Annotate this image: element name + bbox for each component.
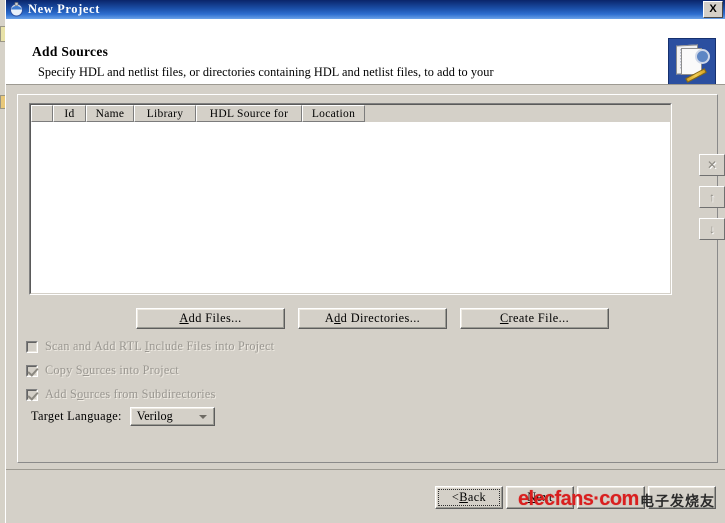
add-sources-icon xyxy=(668,38,716,84)
new-project-dialog: New Project X Add Sources Specify HDL an… xyxy=(5,0,725,523)
source-action-buttons: Add Files... Add Directories... Create F… xyxy=(136,308,609,329)
column-header-id[interactable]: Id xyxy=(53,105,86,122)
target-language-row: Target Language: Verilog xyxy=(31,407,215,426)
column-header-name[interactable]: Name xyxy=(86,105,134,122)
dialog-content: Id Name Library HDL Source for Location … xyxy=(6,85,725,469)
page-title: Add Sources xyxy=(32,44,109,59)
table-tool-buttons: ✕ ↑ ↓ xyxy=(699,154,725,250)
add-files-mnemonic: A xyxy=(179,311,189,325)
next-mnemonic: N xyxy=(527,490,537,504)
table-header-row: Id Name Library HDL Source for Location xyxy=(31,105,670,122)
checkbox-label: Add Sources from Subdirectories xyxy=(45,387,216,401)
add-directories-prefix: A xyxy=(324,311,335,325)
column-header-location[interactable]: Location xyxy=(302,105,365,122)
copy-sources-into-project-checkbox[interactable]: Copy Sources into Project xyxy=(26,363,179,378)
checkbox-box[interactable] xyxy=(26,340,38,353)
scan-add-rtl-include-files-checkbox[interactable]: Scan and Add RTL Include Files into Proj… xyxy=(26,339,274,354)
finish-button[interactable] xyxy=(648,486,716,509)
create-file-button[interactable]: Create File... xyxy=(460,308,609,329)
move-up-button[interactable]: ↑ xyxy=(699,186,725,208)
move-down-button[interactable]: ↓ xyxy=(699,218,725,240)
dialog-header: Add Sources Specify HDL and netlist file… xyxy=(6,19,725,85)
column-header-hdl-source-for[interactable]: HDL Source for xyxy=(196,105,302,122)
back-mnemonic: B xyxy=(459,490,468,504)
next-button[interactable]: Next xyxy=(506,486,574,509)
window-title: New Project xyxy=(28,2,100,16)
next-label: ext xyxy=(536,490,553,504)
target-language-label: Target Language: xyxy=(31,409,122,423)
target-language-select[interactable]: Verilog xyxy=(129,407,215,426)
add-sources-from-subdirectories-checkbox[interactable]: Add Sources from Subdirectories xyxy=(26,387,216,402)
checkbox-box[interactable] xyxy=(26,364,38,377)
create-file-mnemonic: C xyxy=(499,311,509,325)
cancel-button[interactable] xyxy=(577,486,645,509)
wizard-navigation-buttons: < Back Next xyxy=(432,486,716,509)
content-panel: Id Name Library HDL Source for Location … xyxy=(17,94,725,463)
table-header-handle[interactable] xyxy=(31,105,53,122)
target-language-value: Verilog xyxy=(136,409,173,423)
table-body[interactable] xyxy=(31,122,670,293)
add-directories-label: d Directories... xyxy=(340,311,421,325)
column-header-library[interactable]: Library xyxy=(134,105,196,122)
sources-table[interactable]: Id Name Library HDL Source for Location … xyxy=(29,103,725,295)
remove-source-button[interactable]: ✕ xyxy=(699,154,725,176)
chevron-down-icon xyxy=(198,414,207,419)
checkbox-box[interactable] xyxy=(26,388,38,401)
create-file-label: reate File... xyxy=(508,311,570,325)
dialog-footer: < Back Next elecfans·com 电子发烧友 xyxy=(6,469,725,523)
back-button[interactable]: < Back xyxy=(435,486,503,509)
table-header-filler xyxy=(365,105,670,122)
add-files-button[interactable]: Add Files... xyxy=(136,308,285,329)
back-prefix: < xyxy=(451,490,460,504)
title-bar: New Project X xyxy=(6,0,725,19)
add-directories-button[interactable]: Add Directories... xyxy=(298,308,447,329)
checkbox-label: Copy Sources into Project xyxy=(45,363,179,377)
page-description: Specify HDL and netlist files, or direct… xyxy=(38,65,511,84)
add-files-label: dd Files... xyxy=(188,311,242,325)
checkbox-label: Scan and Add RTL Include Files into Proj… xyxy=(45,339,275,353)
new-project-icon xyxy=(9,2,24,17)
back-label: ack xyxy=(467,490,487,504)
close-icon[interactable]: X xyxy=(703,1,723,18)
